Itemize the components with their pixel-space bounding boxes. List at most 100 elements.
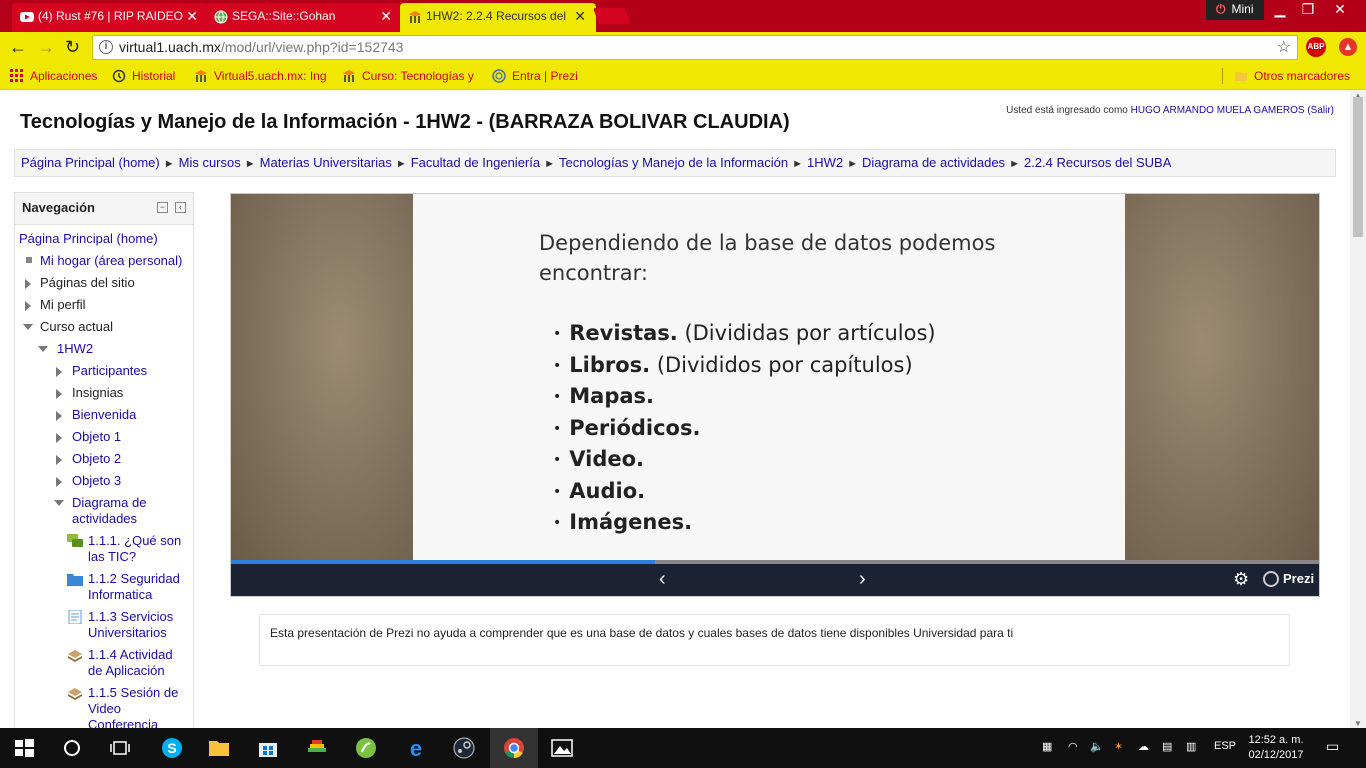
expand-icon[interactable] bbox=[56, 477, 62, 487]
page-scrollbar[interactable]: ▲ ▼ bbox=[1350, 91, 1366, 728]
file-explorer-icon[interactable] bbox=[207, 736, 231, 760]
prezi-icon bbox=[1263, 571, 1279, 587]
reload-icon[interactable]: ↻ bbox=[65, 36, 80, 58]
steam-icon[interactable] bbox=[452, 736, 476, 760]
breadcrumb-item[interactable]: 1HW2 bbox=[807, 155, 843, 170]
breadcrumb-item[interactable]: Diagrama de actividades bbox=[862, 155, 1005, 170]
app-green-icon[interactable] bbox=[354, 736, 378, 760]
collapse-icon[interactable] bbox=[54, 500, 64, 506]
new-tab-button[interactable] bbox=[593, 8, 631, 24]
chrome-taskbar-button[interactable] bbox=[490, 728, 538, 768]
slide-bullet: • Mapas. bbox=[553, 381, 936, 413]
clock[interactable]: 12:52 a. m. 02/12/2017 bbox=[1244, 733, 1308, 763]
tray-app-icon[interactable]: ▤ bbox=[1162, 740, 1172, 753]
nav-objeto2[interactable]: Objeto 2 bbox=[72, 451, 121, 467]
expand-icon[interactable] bbox=[25, 301, 31, 311]
skype-icon[interactable]: S bbox=[160, 736, 184, 760]
expand-icon[interactable] bbox=[56, 367, 62, 377]
nav-activity-112[interactable]: 1.1.2 Seguridad Informatica bbox=[88, 571, 180, 603]
tab-label: (4) Rust #76 | RIP RAIDEO bbox=[38, 9, 183, 23]
bookmark-virtual5[interactable]: Virtual5.uach.mx: Ing bbox=[194, 62, 328, 90]
expand-icon[interactable] bbox=[56, 411, 62, 421]
close-tab-icon[interactable]: ✕ bbox=[574, 3, 586, 30]
prev-arrow-icon[interactable]: ‹ bbox=[659, 568, 666, 591]
extension-icon[interactable]: ▲ bbox=[1339, 38, 1357, 56]
scroll-down-icon[interactable]: ▼ bbox=[1354, 719, 1362, 728]
restore-button[interactable]: ❐ bbox=[1294, 0, 1322, 20]
bookmark-apps[interactable]: Aplicaciones bbox=[10, 62, 97, 90]
nav-perfil[interactable]: Mi perfil bbox=[40, 297, 86, 313]
nav-activity-115[interactable]: 1.1.5 Sesión de Video Conferencia bbox=[88, 685, 178, 728]
language-indicator[interactable]: ESP bbox=[1214, 740, 1236, 752]
nav-activity-114[interactable]: 1.1.4 Actividad de Aplicación bbox=[88, 647, 173, 679]
tray-app2-icon[interactable]: ▥ bbox=[1186, 740, 1196, 753]
bluestacks-icon[interactable] bbox=[305, 736, 329, 760]
gear-icon[interactable]: ⚙ bbox=[1233, 569, 1249, 590]
logout-link[interactable]: (Salir) bbox=[1307, 105, 1334, 116]
tab-active[interactable]: 1HW2: 2.2.4 Recursos del ✕ bbox=[400, 3, 596, 32]
prezi-logo[interactable]: Prezi bbox=[1263, 571, 1314, 587]
tab-sega[interactable]: SEGA::Site::Gohan ✕ bbox=[206, 3, 402, 32]
collapse-icon[interactable] bbox=[23, 324, 33, 330]
nav-1hw2[interactable]: 1HW2 bbox=[57, 341, 93, 357]
bookmark-star-icon[interactable]: ☆ bbox=[1277, 36, 1291, 59]
nav-curso-actual[interactable]: Curso actual bbox=[40, 319, 113, 335]
nav-objeto3[interactable]: Objeto 3 bbox=[72, 473, 121, 489]
back-icon[interactable]: ← bbox=[9, 36, 27, 58]
address-bar[interactable]: i virtual1.uach.mx/mod/url/view.php?id=1… bbox=[92, 35, 1298, 60]
scroll-thumb[interactable] bbox=[1353, 97, 1363, 237]
notifications-icon[interactable]: ▭ bbox=[1326, 738, 1339, 755]
nav-home[interactable]: Página Principal (home) bbox=[19, 231, 158, 247]
mini-button[interactable]: ⏻ Mini bbox=[1206, 0, 1264, 20]
collapse-icon[interactable]: − bbox=[157, 202, 168, 213]
nav-participantes[interactable]: Participantes bbox=[72, 363, 147, 379]
slide-bullet: • Video. bbox=[553, 444, 936, 476]
bookmark-history[interactable]: Historial bbox=[112, 62, 175, 90]
breadcrumb-item[interactable]: Tecnologías y Manejo de la Información bbox=[559, 155, 788, 170]
wifi-icon[interactable]: ◠ bbox=[1068, 740, 1078, 753]
expand-icon[interactable] bbox=[56, 433, 62, 443]
close-window-button[interactable]: ✕ bbox=[1326, 0, 1354, 20]
breadcrumb-item[interactable]: 2.2.4 Recursos del SUBA bbox=[1024, 155, 1171, 170]
breadcrumb-item[interactable]: Mis cursos bbox=[179, 155, 241, 170]
dock-icon[interactable]: ‹ bbox=[175, 202, 186, 213]
nav-paginas[interactable]: Páginas del sitio bbox=[40, 275, 135, 291]
avast-icon[interactable]: ✶ bbox=[1114, 740, 1123, 753]
user-link[interactable]: HUGO ARMANDO MUELA GAMEROS bbox=[1131, 105, 1305, 116]
photos-icon[interactable] bbox=[550, 736, 574, 760]
task-view-icon[interactable] bbox=[108, 736, 132, 760]
breadcrumb-item[interactable]: Página Principal (home) bbox=[21, 155, 160, 170]
expand-icon[interactable] bbox=[25, 279, 31, 289]
nav-diagrama[interactable]: Diagrama de actividades bbox=[72, 495, 146, 527]
bookmark-other[interactable]: Otros marcadores bbox=[1234, 62, 1350, 90]
next-arrow-icon[interactable]: › bbox=[859, 568, 866, 591]
collapse-icon[interactable] bbox=[38, 346, 48, 352]
info-icon[interactable]: i bbox=[99, 40, 113, 54]
prezi-embed[interactable]: Dependiendo de la base de datos podemos … bbox=[230, 193, 1320, 597]
store-icon[interactable] bbox=[256, 736, 280, 760]
cloud-icon[interactable]: ☁ bbox=[1138, 740, 1149, 753]
close-tab-icon[interactable]: ✕ bbox=[186, 3, 198, 30]
nav-mi-hogar[interactable]: Mi hogar (área personal) bbox=[40, 253, 182, 269]
expand-icon[interactable] bbox=[56, 389, 62, 399]
volume-icon[interactable]: 🔈 bbox=[1090, 740, 1104, 753]
breadcrumb-item[interactable]: Facultad de Ingeniería bbox=[411, 155, 540, 170]
adblock-icon[interactable]: ABP bbox=[1306, 37, 1326, 57]
close-tab-icon[interactable]: ✕ bbox=[380, 3, 392, 30]
forward-icon[interactable]: → bbox=[37, 36, 55, 58]
breadcrumb-item[interactable]: Materias Universitarias bbox=[260, 155, 392, 170]
edge-icon[interactable]: e bbox=[404, 736, 428, 760]
nav-insignias[interactable]: Insignias bbox=[72, 385, 123, 401]
tab-youtube[interactable]: (4) Rust #76 | RIP RAIDEO ✕ bbox=[12, 3, 208, 32]
bookmark-curso[interactable]: Curso: Tecnologías y bbox=[342, 62, 478, 90]
search-circle-icon[interactable] bbox=[60, 736, 84, 760]
nav-objeto1[interactable]: Objeto 1 bbox=[72, 429, 121, 445]
bookmark-prezi[interactable]: Entra | Prezi bbox=[492, 62, 578, 90]
network-app-icon[interactable]: ▦ bbox=[1042, 740, 1052, 753]
minimize-button[interactable]: ▁ bbox=[1266, 0, 1294, 20]
windows-start-icon[interactable] bbox=[12, 736, 36, 760]
nav-bienvenida[interactable]: Bienvenida bbox=[72, 407, 136, 423]
expand-icon[interactable] bbox=[56, 455, 62, 465]
nav-activity-113[interactable]: 1.1.3 Servicios Universitarios bbox=[88, 609, 173, 641]
nav-activity-111[interactable]: 1.1.1. ¿Qué son las TIC? bbox=[88, 533, 181, 565]
